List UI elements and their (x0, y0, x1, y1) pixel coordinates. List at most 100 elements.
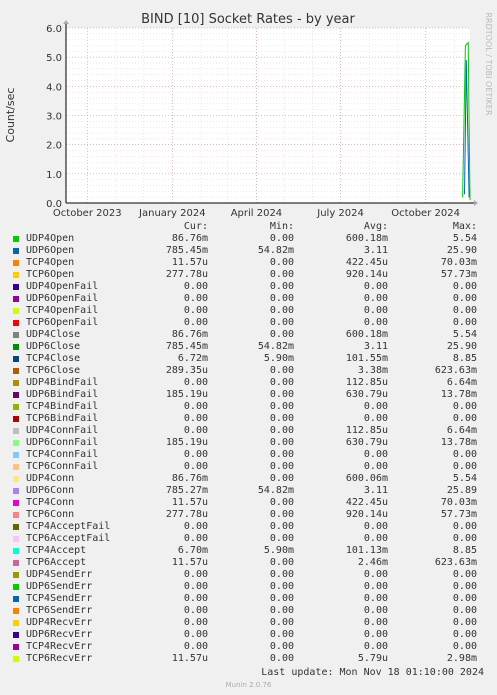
legend-min-value: 0.00 (269, 425, 294, 436)
legend-series-name: TCP6RecvErr (26, 653, 93, 664)
legend-row: UDP4BindFail 0.00 0.00 112.85u 6.64m (12, 377, 492, 389)
legend-row: TCP6SendErr 0.00 0.00 0.00 0.00 (12, 605, 492, 617)
legend-min-value: 0.00 (269, 629, 294, 640)
y-tick-label: 2.0 (46, 141, 62, 152)
legend-avg-value: 3.11 (363, 485, 388, 496)
legend-cur-value: 6.72m (177, 353, 208, 364)
legend-avg-value: 112.85u (345, 425, 388, 436)
legend-min-value: 0.00 (269, 509, 294, 520)
legend-swatch (13, 260, 19, 266)
legend-cur-value: 86.76m (171, 329, 208, 340)
legend-max-value: 8.85 (452, 353, 477, 364)
last-update: Last update: Mon Nov 18 01:10:00 2024 (261, 667, 484, 678)
legend-series-name: TCP4Conn (26, 497, 75, 508)
legend-min-value: 54.82m (257, 341, 294, 352)
legend-cur-value: 0.00 (183, 401, 208, 412)
legend-avg-value: 0.00 (363, 401, 388, 412)
legend-row: TCP4AcceptFail 0.00 0.00 0.00 0.00 (12, 521, 492, 533)
legend-avg-value: 0.00 (363, 605, 388, 616)
legend-row: TCP4ConnFail 0.00 0.00 0.00 0.00 (12, 449, 492, 461)
legend-max-value: 6.64m (446, 425, 477, 436)
legend-avg-value: 600.18m (345, 233, 388, 244)
legend-cur-value: 6.70m (177, 545, 208, 556)
legend-swatch (13, 584, 19, 590)
legend-min-value: 5.90m (263, 545, 294, 556)
legend-swatch (13, 656, 19, 662)
legend-swatch (13, 464, 19, 470)
legend-avg-value: 2.46m (357, 557, 388, 568)
legend-cur-value: 0.00 (183, 605, 208, 616)
legend-swatch (13, 392, 19, 398)
legend-swatch (13, 332, 19, 338)
legend-swatch (13, 368, 19, 374)
legend-series-name: UDP4Open (26, 233, 75, 244)
legend-row: UDP4Open 86.76m 0.00 600.18m 5.54 (12, 233, 492, 245)
legend-swatch (13, 620, 19, 626)
legend-avg-value: 422.45u (345, 497, 388, 508)
legend-min-value: 0.00 (269, 581, 294, 592)
legend-swatch (13, 320, 19, 326)
legend-min-value: 0.00 (269, 317, 294, 328)
legend-avg-value: 0.00 (363, 281, 388, 292)
legend-row: TCP6Close 289.35u 0.00 3.38m 623.63m (12, 365, 492, 377)
legend-max-value: 0.00 (452, 569, 477, 580)
legend-row: UDP6SendErr 0.00 0.00 0.00 0.00 (12, 581, 492, 593)
legend-min-value: 0.00 (269, 593, 294, 604)
legend-series-name: TCP4Close (26, 353, 81, 364)
y-tick-label: 5.0 (46, 53, 62, 64)
legend-avg-value: 3.38m (357, 365, 388, 376)
legend-swatch (13, 236, 19, 242)
legend-avg-value: 0.00 (363, 593, 388, 604)
legend-cur-value: 0.00 (183, 521, 208, 532)
legend-avg-value: 0.00 (363, 617, 388, 628)
legend-min-value: 0.00 (269, 557, 294, 568)
legend-min-value: 0.00 (269, 497, 294, 508)
legend-swatch (13, 632, 19, 638)
legend-series-name: TCP6OpenFail (26, 317, 99, 328)
legend-avg-value: 630.79u (345, 437, 388, 448)
munin-version: Munin 2.0.76 (225, 681, 272, 689)
legend-avg-value: 112.85u (345, 377, 388, 388)
legend-row: TCP6Conn 277.78u 0.00 920.14u 57.73m (12, 509, 492, 521)
legend-min-value: 0.00 (269, 257, 294, 268)
legend-max-value: 0.00 (452, 593, 477, 604)
legend-min-value: 0.00 (269, 605, 294, 616)
legend-cur-value: 11.57u (171, 257, 208, 268)
legend-series-name: UDP6RecvErr (26, 629, 93, 640)
legend-series-name: UDP6Open (26, 245, 75, 256)
legend-cur-value: 0.00 (183, 641, 208, 652)
legend-swatch (13, 536, 19, 542)
legend-row: TCP4Conn 11.57u 0.00 422.45u 70.03m (12, 497, 492, 509)
legend-cur-value: 785.45m (165, 341, 208, 352)
legend-cur-value: 0.00 (183, 425, 208, 436)
legend-avg-value: 630.79u (345, 389, 388, 400)
legend-row: UDP6BindFail 185.19u 0.00 630.79u 13.78m (12, 389, 492, 401)
legend-row: UDP4Conn 86.76m 0.00 600.06m 5.54 (12, 473, 492, 485)
y-axis-label: Count/sec (4, 88, 17, 143)
legend-max-value: 0.00 (452, 449, 477, 460)
legend-swatch (13, 608, 19, 614)
legend-cur-value: 0.00 (183, 281, 208, 292)
legend-rows: UDP4Open 86.76m 0.00 600.18m 5.54 UDP6Open 785… (12, 233, 492, 665)
legend-series-name: UDP6OpenFail (26, 293, 99, 304)
legend-cur-value: 0.00 (183, 617, 208, 628)
legend-max-value: 0.00 (452, 521, 477, 532)
legend-avg-value: 600.06m (345, 473, 388, 484)
legend-series-name: UDP6Conn (26, 485, 75, 496)
legend-min-value: 0.00 (269, 329, 294, 340)
legend-max-value: 6.64m (446, 377, 477, 388)
legend-series-name: UDP6Close (26, 341, 81, 352)
legend-min-value: 0.00 (269, 617, 294, 628)
legend-avg-value: 0.00 (363, 569, 388, 580)
legend-min-value: 0.00 (269, 413, 294, 424)
legend-min-value: 0.00 (269, 377, 294, 388)
legend-max-value: 0.00 (452, 401, 477, 412)
legend-row: TCP6Accept 11.57u 0.00 2.46m 623.63m (12, 557, 492, 569)
legend-row: TCP4SendErr 0.00 0.00 0.00 0.00 (12, 593, 492, 605)
legend-series-name: TCP4Accept (26, 545, 87, 556)
legend-series-name: UDP6SendErr (26, 581, 93, 592)
legend-swatch (13, 488, 19, 494)
legend-max-value: 5.54 (452, 473, 477, 484)
legend-series-name: TCP4OpenFail (26, 305, 99, 316)
legend-max-value: 0.00 (452, 461, 477, 472)
